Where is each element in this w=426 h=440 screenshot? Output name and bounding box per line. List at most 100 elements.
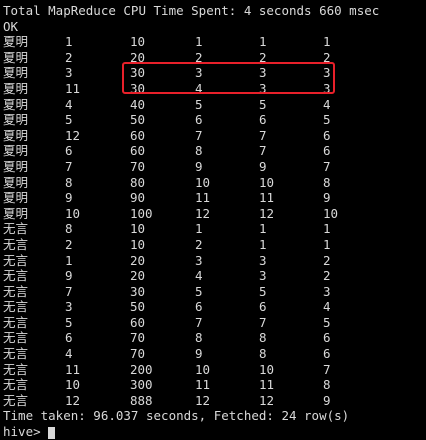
- result-cell: 70: [130, 346, 146, 362]
- result-cell: 10: [259, 361, 275, 377]
- result-row: 夏明 11 30 4 3 3: [3, 81, 423, 97]
- result-cell: 夏明: [3, 65, 29, 81]
- result-row: 夏明 5 50 6 6 5: [3, 112, 423, 128]
- result-cell: 6: [195, 112, 203, 128]
- result-cell: 6: [259, 112, 267, 128]
- result-cell: 8: [195, 330, 203, 346]
- cpu-time-summary: Total MapReduce CPU Time Spent: 4 second…: [3, 3, 380, 18]
- result-row: 夏明 4 40 5 5 4: [3, 97, 423, 113]
- result-cell: 20: [130, 49, 146, 65]
- result-cell: 9: [195, 346, 203, 362]
- result-cell: 无言: [3, 252, 29, 268]
- result-cell: 6: [323, 346, 331, 362]
- result-cell: 5: [65, 314, 73, 330]
- result-cell: 3: [323, 80, 331, 96]
- result-cell: 5: [65, 112, 73, 128]
- result-cell: 夏明: [3, 190, 29, 206]
- result-cell: 4: [65, 346, 73, 362]
- result-cell: 3: [65, 65, 73, 81]
- result-cell: 7: [259, 127, 267, 143]
- result-cell: 3: [259, 65, 267, 81]
- result-cell: 8: [259, 330, 267, 346]
- hive-prompt: hive>: [3, 424, 41, 440]
- result-cell: 5: [323, 314, 331, 330]
- command-prompt-line[interactable]: hive>: [3, 424, 423, 440]
- result-cell: 60: [130, 127, 146, 143]
- result-cell: 夏明: [3, 112, 29, 128]
- result-cell: 6: [323, 330, 331, 346]
- result-cell: 2: [323, 252, 331, 268]
- result-cell: 3: [259, 252, 267, 268]
- result-cell: 6: [65, 143, 73, 159]
- result-cell: 7: [195, 127, 203, 143]
- result-cell: 8: [65, 174, 73, 190]
- result-cell: 无言: [3, 236, 29, 252]
- result-cell: 7: [323, 158, 331, 174]
- result-row: 无言 10 300 11 11 8: [3, 377, 423, 393]
- result-cell: 夏明: [3, 174, 29, 190]
- result-cell: 1: [259, 221, 267, 237]
- terminal-window[interactable]: Total MapReduce CPU Time Spent: 4 second…: [3, 3, 423, 440]
- result-cell: 10: [65, 205, 81, 221]
- result-cell: 1: [323, 221, 331, 237]
- result-cell: 5: [259, 283, 267, 299]
- result-cell: 30: [130, 65, 146, 81]
- result-cell: 7: [65, 283, 73, 299]
- result-cell: 100: [130, 205, 153, 221]
- time-taken-summary: Time taken: 96.037 seconds, Fetched: 24 …: [3, 408, 350, 424]
- result-cell: 夏明: [3, 127, 29, 143]
- result-cell: 4: [323, 96, 331, 112]
- result-cell: 3: [323, 283, 331, 299]
- result-row: 无言 12 888 12 12 9: [3, 393, 423, 409]
- result-row: 无言 3 50 6 6 4: [3, 299, 423, 315]
- result-cell: 9: [259, 158, 267, 174]
- result-row: 无言 4 70 9 8 6: [3, 346, 423, 362]
- result-cell: 无言: [3, 299, 29, 315]
- result-cell: 8: [195, 143, 203, 159]
- result-cell: 4: [323, 299, 331, 315]
- result-cell: 2: [323, 49, 331, 65]
- result-cell: 7: [65, 158, 73, 174]
- result-cell: 50: [130, 299, 146, 315]
- result-cell: 12: [65, 392, 81, 408]
- result-cell: 300: [130, 377, 153, 393]
- result-cell: 40: [130, 96, 146, 112]
- result-cell: 200: [130, 361, 153, 377]
- result-cell: 1: [65, 34, 73, 50]
- result-cell: 1: [323, 236, 331, 252]
- result-cell: 8: [323, 377, 331, 393]
- result-cell: 10: [323, 205, 339, 221]
- result-cell: 3: [259, 80, 267, 96]
- text-cursor: [48, 426, 56, 439]
- result-cell: 30: [130, 283, 146, 299]
- result-row: 夏明 2 20 2 2 2: [3, 50, 423, 66]
- result-cell: 9: [323, 190, 331, 206]
- result-cell: 10: [195, 174, 211, 190]
- result-row: 无言 1 20 3 3 2: [3, 253, 423, 269]
- query-result-table: 夏明 1 10 1 1 1 夏明 2 20 2 2 2 夏明 3 30 3 3 3 夏明 11 30 4 3 3 夏明 4 40 5 5…: [3, 34, 423, 408]
- result-cell: 9: [65, 190, 73, 206]
- result-cell: 6: [65, 330, 73, 346]
- result-cell: 10: [259, 174, 275, 190]
- result-cell: 无言: [3, 377, 29, 393]
- result-cell: 4: [195, 80, 203, 96]
- result-cell: 夏明: [3, 80, 29, 96]
- result-cell: 888: [130, 392, 153, 408]
- result-cell: 1: [195, 221, 203, 237]
- result-cell: 3: [195, 252, 203, 268]
- result-row: 无言 5 60 7 7 5: [3, 315, 423, 331]
- result-cell: 6: [195, 299, 203, 315]
- result-cell: 6: [323, 127, 331, 143]
- result-row: 夏明 12 60 7 7 6: [3, 128, 423, 144]
- result-cell: 1: [259, 34, 267, 50]
- result-cell: 夏明: [3, 34, 29, 50]
- result-row: 夏明 7 70 9 9 7: [3, 159, 423, 175]
- result-row: 无言 6 70 8 8 6: [3, 330, 423, 346]
- result-cell: 5: [323, 112, 331, 128]
- result-cell: 8: [65, 221, 73, 237]
- result-cell: 5: [195, 283, 203, 299]
- result-cell: 10: [195, 361, 211, 377]
- result-cell: 3: [65, 299, 73, 315]
- result-cell: 9: [65, 268, 73, 284]
- result-cell: 50: [130, 112, 146, 128]
